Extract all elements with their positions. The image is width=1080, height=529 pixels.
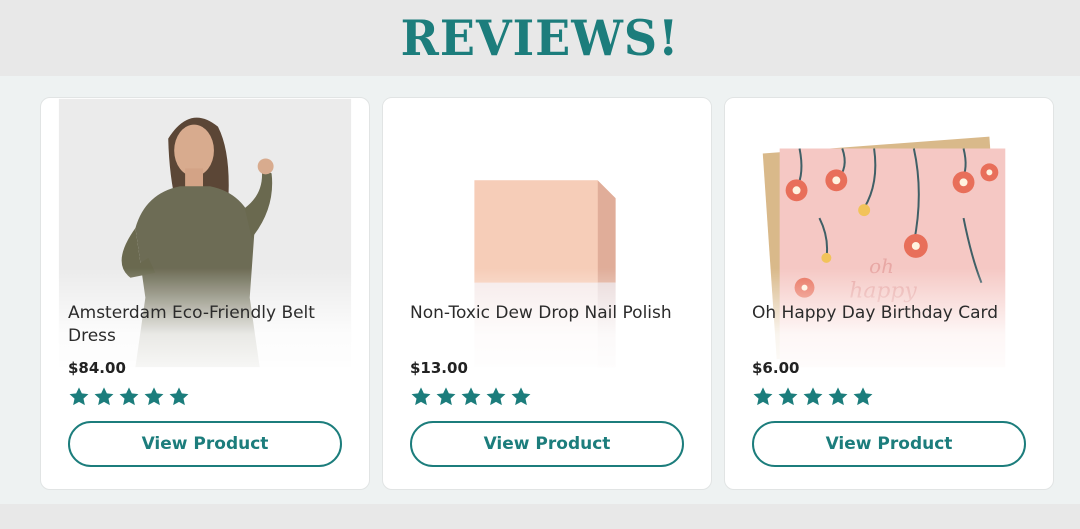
star-icon	[69, 387, 89, 406]
page-title: REVIEWS!	[400, 9, 680, 67]
product-price: $6.00	[752, 359, 800, 377]
product-card[interactable]: Non-Toxic Dew Drop Nail Polish $13.00 Vi…	[382, 97, 712, 490]
star-icon	[169, 387, 189, 406]
rating-stars	[752, 386, 874, 408]
star-icon	[778, 387, 798, 406]
star-icon	[94, 387, 114, 406]
product-title[interactable]: Oh Happy Day Birthday Card	[752, 302, 1032, 325]
view-product-button[interactable]: View Product	[410, 421, 684, 467]
page-header: REVIEWS!	[0, 0, 1080, 76]
view-product-button[interactable]: View Product	[68, 421, 342, 467]
star-icon	[144, 387, 164, 406]
star-icon	[486, 387, 506, 406]
product-card[interactable]: oh happy Oh Happy Day Birthday Card $6.0…	[724, 97, 1054, 490]
bottom-strip	[0, 504, 1080, 529]
product-card[interactable]: Amsterdam Eco-Friendly Belt Dress $84.00…	[40, 97, 370, 490]
star-icon	[803, 387, 823, 406]
star-icon	[853, 387, 873, 406]
star-icon	[461, 387, 481, 406]
view-product-button[interactable]: View Product	[752, 421, 1026, 467]
product-title[interactable]: Non-Toxic Dew Drop Nail Polish	[410, 302, 690, 325]
rating-stars	[410, 386, 532, 408]
star-icon	[511, 387, 531, 406]
star-icon	[119, 387, 139, 406]
product-price: $84.00	[68, 359, 126, 377]
star-icon	[411, 387, 431, 406]
star-icon	[436, 387, 456, 406]
product-title[interactable]: Amsterdam Eco-Friendly Belt Dress	[68, 302, 348, 348]
rating-stars	[68, 386, 190, 408]
star-icon	[753, 387, 773, 406]
product-price: $13.00	[410, 359, 468, 377]
star-icon	[828, 387, 848, 406]
